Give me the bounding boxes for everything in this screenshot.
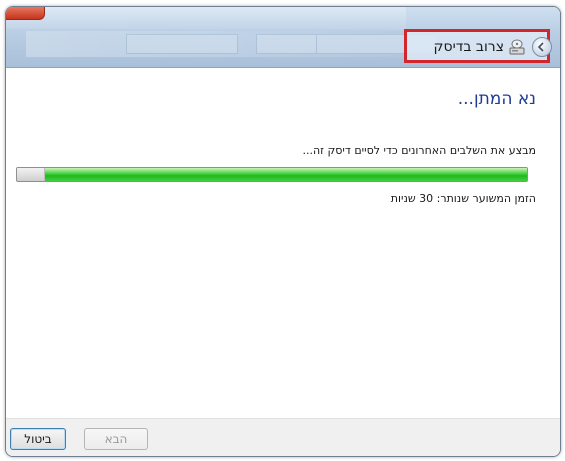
next-button[interactable]: הבא [84,428,148,450]
disc-burner-glyph [509,39,525,55]
close-button[interactable] [6,7,45,20]
title-bar: צרוב בדיסק [6,7,560,68]
cancel-button[interactable]: ביטול [10,428,66,450]
back-arrow-icon[interactable] [532,37,552,57]
progress-remaining [17,168,45,181]
dialog-footer: ביטול הבא [6,418,560,456]
status-text: מבצע את השלבים האחרונים כדי לסיים דיסק ז… [302,144,536,157]
blur-tab [256,34,318,54]
burn-progress-bar [16,167,528,182]
burn-disc-dialog: צרוב בדיסק נא המתן... מבצע את השלבים האח… [5,6,561,457]
page-heading: נא המתן... [457,89,536,109]
time-remaining-text: הזמן המשוער שנותר: 30 שניות [390,192,536,205]
back-arrow-glyph [537,42,544,52]
title-row: צרוב בדיסק [400,35,560,59]
blur-tab [126,34,238,54]
screenshot-frame: צרוב בדיסק נא המתן... מבצע את השלבים האח… [0,0,565,461]
dialog-content: נא המתן... מבצע את השלבים האחרונים כדי ל… [6,68,560,418]
dialog-title: צרוב בדיסק [433,39,504,55]
progress-fill [44,168,527,181]
disc-burner-icon [508,38,526,56]
blur-band-top [6,7,406,29]
